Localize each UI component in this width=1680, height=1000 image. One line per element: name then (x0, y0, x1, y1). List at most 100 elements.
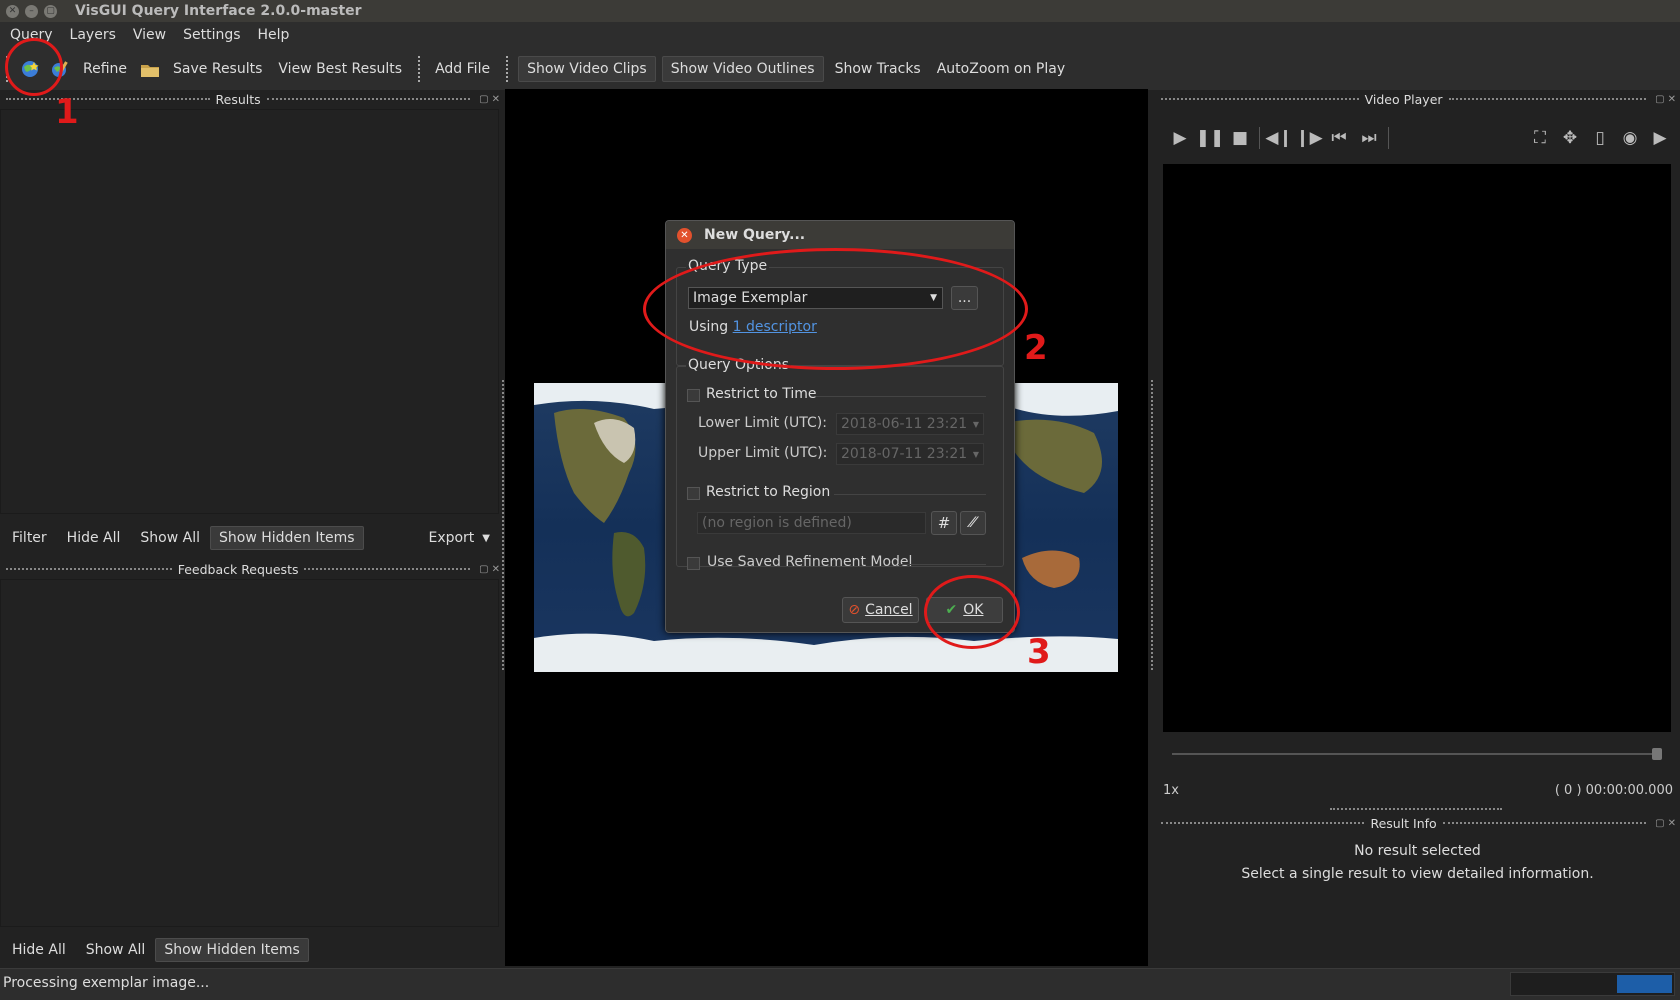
hide-all-button[interactable]: Hide All (59, 527, 129, 549)
save-results-icon[interactable] (139, 58, 161, 80)
result-info-dock-label: Result Info (1370, 815, 1437, 831)
video-timeline-handle[interactable] (1652, 748, 1662, 760)
view-best-results-button[interactable]: View Best Results (270, 56, 410, 82)
upper-limit-value: 2018-07-11 23:21 (841, 446, 968, 462)
close-dock-icon[interactable]: ✕ (1668, 94, 1676, 105)
results-list[interactable] (0, 109, 499, 514)
show-video-outlines-toggle[interactable]: Show Video Outlines (661, 56, 824, 82)
refine-button[interactable]: Refine (75, 56, 135, 82)
video-dock-label: Video Player (1364, 91, 1443, 107)
feedback-list[interactable] (0, 579, 499, 927)
feedback-dock-title: Feedback Requests ▢ ✕ (0, 561, 500, 577)
status-bar: Processing exemplar image... (0, 968, 1680, 1000)
annotation-number-1: 1 (55, 92, 79, 132)
float-dock-icon[interactable]: ▢ (1655, 818, 1664, 829)
feedback-show-all-button[interactable]: Show All (78, 939, 154, 961)
status-text: Processing exemplar image... (3, 975, 210, 991)
cancel-button[interactable]: ⊘ Cancel (842, 597, 919, 623)
stop-icon[interactable]: ■ (1225, 128, 1255, 148)
result-info-subtext: Select a single result to view detailed … (1241, 866, 1594, 882)
feedback-dock-label: Feedback Requests (177, 561, 299, 577)
feedback-show-hidden-items-button[interactable]: Show Hidden Items (155, 938, 309, 962)
close-dock-icon[interactable]: ✕ (492, 564, 500, 575)
close-dock-icon[interactable]: ✕ (492, 94, 500, 105)
video-controls: ▶ ❚❚ ■ ◀❙ ❙▶ ⏮ ⏭ ⛶ ✥ ▯ ◉ ▶ (1165, 122, 1675, 154)
toolbar-grip[interactable] (418, 56, 421, 82)
region-field[interactable]: (no region is defined) (697, 512, 926, 534)
dialog-title-bar: ✕ New Query... (666, 221, 1014, 249)
save-results-button[interactable]: Save Results (165, 56, 270, 82)
close-dock-icon[interactable]: ✕ (1668, 818, 1676, 829)
fit-to-view-icon[interactable]: ⛶ (1525, 128, 1555, 148)
close-window-icon[interactable]: ✕ (6, 4, 19, 18)
zoom-extents-icon[interactable]: ✥ (1555, 128, 1585, 148)
menu-view[interactable]: View (133, 27, 166, 43)
saved-model-checkbox[interactable] (687, 557, 700, 570)
annotation-ellipse-2 (643, 248, 1028, 370)
minimize-window-icon[interactable]: – (25, 4, 38, 18)
result-info-headline: No result selected (1354, 843, 1481, 859)
autozoom-toggle[interactable]: AutoZoom on Play (929, 56, 1073, 82)
menu-help[interactable]: Help (258, 27, 290, 43)
pause-icon[interactable]: ❚❚ (1195, 128, 1225, 148)
lower-limit-value: 2018-06-11 23:21 (841, 416, 968, 432)
restrict-time-label[interactable]: Restrict to Time (706, 386, 817, 402)
video-dock-title: Video Player ▢ ✕ (1155, 91, 1680, 107)
results-dock-label: Results (215, 91, 261, 107)
window-title: VisGUI Query Interface 2.0.0-master (75, 3, 362, 19)
region-placeholder: (no region is defined) (702, 515, 852, 531)
playback-time: ( 0 ) 00:00:00.000 (1554, 782, 1673, 798)
maximize-window-icon[interactable]: ▢ (44, 4, 57, 18)
feedback-hide-all-button[interactable]: Hide All (4, 939, 74, 961)
result-info-splitter[interactable] (1330, 808, 1502, 810)
playback-speed: 1x (1163, 782, 1179, 798)
upper-limit-label: Upper Limit (UTC): (698, 445, 828, 461)
menu-settings[interactable]: Settings (183, 27, 240, 43)
restrict-time-checkbox[interactable] (687, 389, 700, 402)
show-tracks-toggle[interactable]: Show Tracks (827, 56, 929, 82)
cancel-icon: ⊘ (848, 602, 861, 618)
globe-icon[interactable]: ◉ (1615, 128, 1645, 148)
divider (816, 396, 986, 397)
step-back-icon[interactable]: ◀❙ (1264, 128, 1294, 148)
show-all-button[interactable]: Show All (132, 527, 208, 549)
menu-layers[interactable]: Layers (70, 27, 116, 43)
more-video-icon[interactable]: ▶ (1645, 128, 1675, 148)
export-button[interactable]: Export (420, 527, 482, 549)
chevron-down-icon: ▼ (972, 419, 979, 429)
export-dropdown-icon[interactable]: ▼ (482, 533, 490, 544)
annotation-number-3: 3 (1027, 632, 1051, 672)
restrict-region-label[interactable]: Restrict to Region (706, 484, 830, 500)
dialog-close-icon[interactable]: ✕ (677, 227, 692, 243)
divider (834, 494, 986, 495)
filter-button[interactable]: Filter (4, 527, 55, 549)
chevron-down-icon: ▼ (972, 449, 979, 459)
lower-limit-field[interactable]: 2018-06-11 23:21 ▼ (836, 413, 984, 435)
video-timeline-slider[interactable] (1172, 753, 1662, 755)
video-display[interactable] (1163, 164, 1671, 732)
add-file-button[interactable]: Add File (427, 56, 498, 82)
edit-region-icon[interactable]: ⁄⁄ (960, 511, 986, 535)
annotation-circle-3 (924, 575, 1020, 649)
upper-limit-field[interactable]: 2018-07-11 23:21 ▼ (836, 443, 984, 465)
float-dock-icon[interactable]: ▢ (1655, 94, 1664, 105)
step-forward-icon[interactable]: ❙▶ (1294, 128, 1324, 148)
grid-region-icon[interactable]: # (931, 511, 957, 535)
go-to-end-icon[interactable]: ⏭ (1354, 128, 1384, 148)
show-hidden-items-button[interactable]: Show Hidden Items (210, 526, 364, 550)
float-dock-icon[interactable]: ▢ (479, 564, 488, 575)
right-splitter[interactable] (1151, 380, 1153, 670)
restrict-region-checkbox[interactable] (687, 487, 700, 500)
show-video-clips-toggle[interactable]: Show Video Clips (518, 56, 656, 82)
saved-model-label[interactable]: Use Saved Refinement Model (707, 554, 912, 570)
video-settings-icon[interactable]: ▯ (1585, 128, 1615, 148)
lower-limit-label: Lower Limit (UTC): (698, 415, 827, 431)
toolbar-grip[interactable] (506, 56, 509, 82)
go-to-start-icon[interactable]: ⏮ (1324, 128, 1354, 148)
left-splitter[interactable] (502, 380, 504, 670)
annotation-circle-1 (5, 38, 63, 96)
status-progress-fill (1617, 975, 1672, 993)
float-dock-icon[interactable]: ▢ (479, 94, 488, 105)
annotation-number-2: 2 (1024, 328, 1048, 368)
play-icon[interactable]: ▶ (1165, 128, 1195, 148)
